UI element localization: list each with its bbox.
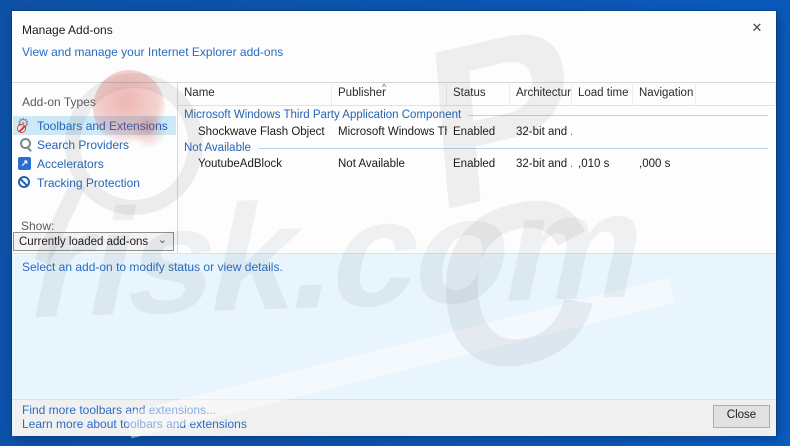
cell-publisher: Microsoft Windows Third...: [338, 126, 447, 138]
table-header-row: Name Publisher ^ Status Architecture Loa…: [178, 82, 776, 106]
detail-hint-text: Select an add-on to modify status or vie…: [22, 260, 283, 274]
sidebar-item-accelerators[interactable]: ↗ Accelerators: [13, 154, 176, 173]
magnifier-icon: [18, 137, 33, 152]
accelerator-icon: ↗: [18, 156, 33, 171]
table-group-header: Microsoft Windows Third Party Applicatio…: [178, 108, 776, 122]
column-header-architecture[interactable]: Architecture: [510, 82, 572, 105]
dialog-footer: Find more toolbars and extensions... Lea…: [12, 399, 776, 436]
find-more-addons-link[interactable]: Find more toolbars and extensions...: [22, 403, 216, 417]
dialog-title: Manage Add-ons: [22, 23, 113, 37]
cell-status: Enabled: [453, 126, 496, 138]
table-group-header: Not Available: [178, 141, 776, 155]
cell-load-time: ,010 s: [578, 158, 610, 170]
sidebar-item-tracking-protection[interactable]: Tracking Protection: [13, 173, 176, 192]
desktop-background: Manage Add-ons ✕ View and manage your In…: [0, 0, 790, 446]
cell-name: Shockwave Flash Object: [198, 126, 325, 138]
sidebar-item-label: Search Providers: [37, 137, 130, 152]
subtitle-link[interactable]: View and manage your Internet Explorer a…: [22, 45, 283, 59]
cell-status: Enabled: [453, 158, 496, 170]
chevron-down-icon: ⌄: [157, 234, 167, 246]
no-entry-icon: [18, 175, 33, 190]
show-dropdown[interactable]: Currently loaded add-ons ⌄: [13, 232, 174, 251]
show-label: Show:: [21, 219, 55, 233]
sidebar-item-label: Tracking Protection: [37, 175, 140, 190]
table-row[interactable]: Shockwave Flash Object Microsoft Windows…: [178, 124, 776, 140]
sidebar-item-search-providers[interactable]: Search Providers: [13, 135, 176, 154]
cell-architecture: 32-bit and ...: [516, 158, 572, 170]
sidebar-item-label: Toolbars and Extensions: [37, 118, 168, 133]
addon-types-heading: Add-on Types: [22, 95, 96, 109]
column-header-status[interactable]: Status: [447, 82, 510, 105]
show-dropdown-value: Currently loaded add-ons: [19, 235, 149, 248]
cell-publisher: Not Available: [338, 158, 405, 170]
column-header-name[interactable]: Name: [178, 82, 332, 105]
manage-addons-dialog: Manage Add-ons ✕ View and manage your In…: [12, 11, 776, 436]
sidebar-item-label: Accelerators: [37, 156, 104, 171]
cell-navigation: ,000 s: [639, 158, 671, 170]
column-header-publisher[interactable]: Publisher ^: [332, 82, 447, 105]
detail-pane: Select an add-on to modify status or vie…: [12, 253, 776, 400]
cell-architecture: 32-bit and ...: [516, 126, 572, 138]
gear-blocked-icon: ⚙: [17, 115, 30, 133]
close-button[interactable]: Close: [713, 405, 770, 428]
sidebar-item-toolbars-extensions[interactable]: ⚙ Toolbars and Extensions: [13, 115, 176, 135]
column-header-navigation[interactable]: Navigation ...: [633, 82, 696, 105]
close-icon[interactable]: ✕: [748, 19, 766, 37]
learn-more-addons-link[interactable]: Learn more about toolbars and extensions: [22, 417, 247, 431]
cell-name: YoutubeAdBlock: [198, 158, 282, 170]
column-header-load-time[interactable]: Load time: [572, 82, 633, 105]
table-row[interactable]: YoutubeAdBlock Not Available Enabled 32-…: [178, 156, 776, 172]
sort-ascending-icon: ^: [382, 82, 387, 92]
column-header-spacer: [696, 82, 776, 105]
addons-table: Name Publisher ^ Status Architecture Loa…: [178, 82, 776, 253]
addon-types-list: ⚙ Toolbars and Extensions Search Provide…: [13, 115, 176, 192]
